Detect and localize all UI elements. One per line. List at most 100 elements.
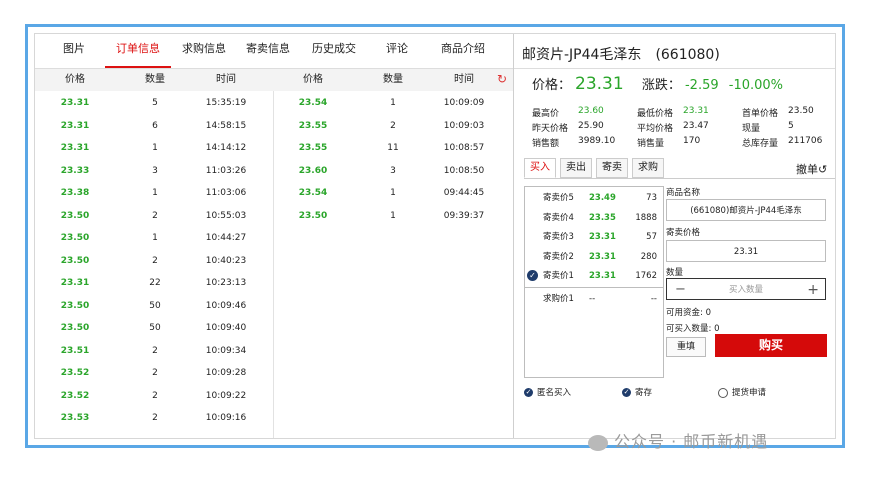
row-time: 10:09:09 [443, 98, 485, 108]
row-qty: 2 [390, 120, 396, 131]
row-time: 09:44:45 [443, 188, 485, 198]
row-qty: 1 [152, 143, 158, 153]
table-row: 23.31 1 14:14:12 [41, 137, 271, 159]
row-price: 23.33 [60, 165, 90, 176]
price-label: 价格： [532, 78, 572, 93]
row-time: 10:09:28 [205, 368, 247, 378]
table-row: 23.52 2 10:09:28 [41, 362, 271, 384]
quantity-input[interactable]: 买入数量 [729, 285, 763, 295]
order-info-panel: 图片 订单信息 求购信息 寄卖信息 历史成交 评论 商品介绍 价格 数量 时间 … [35, 34, 514, 438]
row-time: 10:09:46 [205, 300, 247, 311]
table-row: 23.54 1 09:44:45 [279, 182, 509, 204]
quantity-stepper[interactable]: − 买入数量 + [666, 278, 826, 300]
table-row: 23.31 5 15:35:19 [41, 92, 271, 114]
ask-label: 寄卖价3 [543, 232, 574, 242]
ask-row[interactable]: 寄卖价5 23.49 73 [525, 189, 663, 208]
deposit-option[interactable]: ✓ 寄存 [622, 386, 652, 398]
bid-price: -- [589, 294, 596, 304]
price-field-label: 寄卖价格 [666, 228, 701, 238]
tab-product-intro[interactable]: 商品介绍 [431, 34, 495, 66]
table-row: 23.33 3 11:03:26 [41, 160, 271, 182]
stat-value: 3989.10 [578, 136, 616, 146]
stat-label: 销售量 [637, 139, 665, 149]
stat-label: 最高价 [532, 109, 560, 119]
tab-request[interactable]: 求购 [632, 158, 664, 178]
column-divider [273, 91, 274, 438]
row-price: 23.50 [60, 255, 90, 266]
price-change: -2.59 [684, 78, 719, 93]
row-time: 10:08:50 [443, 165, 485, 176]
ask-row[interactable]: 寄卖价2 23.31 280 [525, 248, 663, 267]
pickup-request-option[interactable]: 提货申请 [718, 386, 766, 398]
row-qty: 50 [149, 300, 161, 311]
stat-value: 23.47 [683, 121, 709, 131]
selected-check-icon: ✓ [527, 270, 538, 281]
tab-consign[interactable]: 寄卖 [596, 158, 628, 178]
ask-qty: 280 [640, 251, 657, 262]
ask-label: 寄卖价2 [543, 251, 574, 262]
stat-item: 销售额 3989.10 [532, 136, 615, 149]
anonymous-buy-option[interactable]: ✓ 匿名买入 [524, 386, 571, 398]
row-qty: 2 [152, 390, 158, 401]
option-label: 提货申请 [732, 388, 767, 398]
row-time: 11:03:26 [205, 165, 247, 176]
ask-qty: 1888 [635, 212, 657, 223]
app-window: 图片 订单信息 求购信息 寄卖信息 历史成交 评论 商品介绍 价格 数量 时间 … [34, 33, 836, 439]
col-time: 时间 [216, 74, 236, 85]
bid-qty: -- [650, 294, 657, 304]
row-time: 10:40:23 [205, 255, 247, 266]
row-qty: 50 [149, 323, 161, 333]
product-code: (661080) [655, 47, 720, 63]
col-price: 价格 [65, 74, 85, 85]
table-row: 23.50 50 10:09:40 [41, 317, 271, 339]
row-qty: 22 [149, 278, 161, 288]
buy-button[interactable]: 购买 [715, 334, 827, 357]
plus-icon[interactable]: + [807, 279, 819, 301]
stat-item: 销售量 170 [637, 136, 700, 149]
row-qty: 1 [390, 188, 396, 198]
tab-comments[interactable]: 评论 [377, 34, 417, 66]
row-price: 23.52 [60, 390, 90, 401]
row-price: 23.60 [298, 165, 328, 176]
minus-icon[interactable]: − [675, 279, 686, 301]
price-change-pct: -10.00% [728, 78, 784, 93]
table-row: 23.50 50 10:09:46 [41, 295, 271, 317]
refresh-icon[interactable]: ↻ [497, 72, 507, 86]
tab-images[interactable]: 图片 [49, 34, 99, 66]
row-qty: 3 [390, 165, 396, 176]
row-qty: 5 [152, 98, 158, 108]
ask-label: 寄卖价1 [543, 271, 574, 281]
row-time: 10:09:22 [205, 390, 247, 401]
tab-sell[interactable]: 卖出 [560, 158, 592, 178]
bid-row[interactable]: 求购价1 -- -- [525, 290, 663, 309]
checked-icon: ✓ [524, 388, 533, 397]
ask-row[interactable]: 寄卖价3 23.31 57 [525, 228, 663, 247]
row-time: 10:09:40 [205, 323, 247, 333]
ask-row[interactable]: ✓ 寄卖价1 23.31 1762 [525, 267, 663, 286]
row-price: 23.50 [60, 323, 90, 333]
row-time: 11:03:06 [205, 188, 247, 198]
cancel-order-button[interactable]: 撤单↺ [796, 161, 827, 177]
reset-button[interactable]: 重填 [666, 337, 706, 357]
row-time: 09:39:37 [443, 210, 485, 221]
tab-buy[interactable]: 买入 [524, 158, 556, 178]
price-field[interactable]: 23.31 [666, 240, 826, 262]
stat-value: 23.60 [578, 106, 604, 116]
bid-label: 求购价1 [543, 294, 574, 304]
tab-order-info[interactable]: 订单信息 [105, 34, 171, 68]
available-funds: 可用资金: 0 [666, 308, 711, 318]
row-time: 15:35:19 [205, 98, 247, 108]
tab-buy-requests[interactable]: 求购信息 [175, 34, 233, 66]
tab-trade-history[interactable]: 历史成交 [305, 34, 363, 66]
change-label: 涨跌： [641, 78, 681, 93]
divider [514, 68, 835, 69]
wechat-icon [588, 434, 608, 451]
ask-row[interactable]: 寄卖价4 23.35 1888 [525, 209, 663, 228]
checked-icon: ✓ [622, 388, 631, 397]
row-price: 23.38 [60, 188, 90, 198]
row-qty: 3 [152, 165, 158, 176]
row-qty: 11 [387, 143, 399, 153]
table-row: 23.53 2 10:09:16 [41, 407, 271, 429]
row-qty: 2 [152, 255, 158, 266]
tab-consignment-info[interactable]: 寄卖信息 [239, 34, 297, 66]
